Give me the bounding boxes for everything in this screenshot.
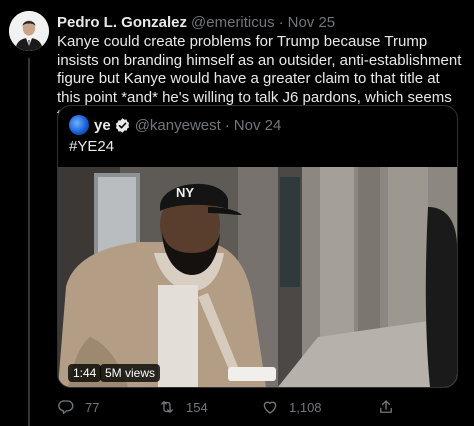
reply-count: 77 (85, 399, 100, 415)
thread-line (28, 58, 30, 426)
tweet-header: Pedro L. Gonzalez @emeriticus · Nov 25 (57, 12, 335, 32)
reply-icon (58, 400, 74, 415)
quoted-tweet-header: ye @kanyewest · Nov 24 (69, 115, 281, 135)
retweet-count: 154 (186, 399, 208, 415)
retweet-button[interactable]: 154 (158, 396, 208, 418)
action-bar: 77 154 1,108 (57, 396, 462, 418)
video-views-badge: 5M views (100, 364, 161, 382)
quoted-avatar[interactable] (69, 115, 89, 135)
cap-logo: NY (176, 185, 194, 200)
quoted-tweet[interactable]: ye @kanyewest · Nov 24 #YE24 NY 1:44 5M … (57, 105, 458, 388)
like-count: 1,108 (289, 399, 322, 415)
reply-button[interactable]: 77 (57, 396, 99, 418)
share-icon (380, 400, 392, 413)
quoted-separator-dot: · (224, 116, 230, 134)
avatar[interactable] (9, 11, 49, 51)
verified-badge-icon (115, 117, 129, 133)
author-name[interactable]: Pedro L. Gonzalez (57, 14, 187, 31)
separator-dot: · (278, 13, 284, 31)
video-player[interactable]: NY 1:44 5M views (58, 167, 457, 387)
like-button[interactable]: 1,108 (261, 396, 322, 418)
retweet-icon (161, 401, 173, 413)
share-button[interactable] (377, 396, 405, 418)
quoted-tweet-date[interactable]: Nov 24 (234, 117, 282, 134)
video-duration-badge: 1:44 (68, 364, 102, 382)
quoted-author-name[interactable]: ye (94, 117, 111, 134)
quoted-author-handle[interactable]: @kanyewest (135, 117, 221, 134)
tweet-card[interactable]: Pedro L. Gonzalez @emeriticus · Nov 25 K… (0, 0, 474, 426)
tweet-date[interactable]: Nov 25 (288, 14, 336, 31)
video-frame: NY (58, 167, 457, 387)
like-icon (263, 401, 277, 414)
quoted-tweet-text: #YE24 (69, 138, 115, 155)
avatar-image (9, 11, 49, 51)
author-handle[interactable]: @emeriticus (191, 14, 275, 31)
